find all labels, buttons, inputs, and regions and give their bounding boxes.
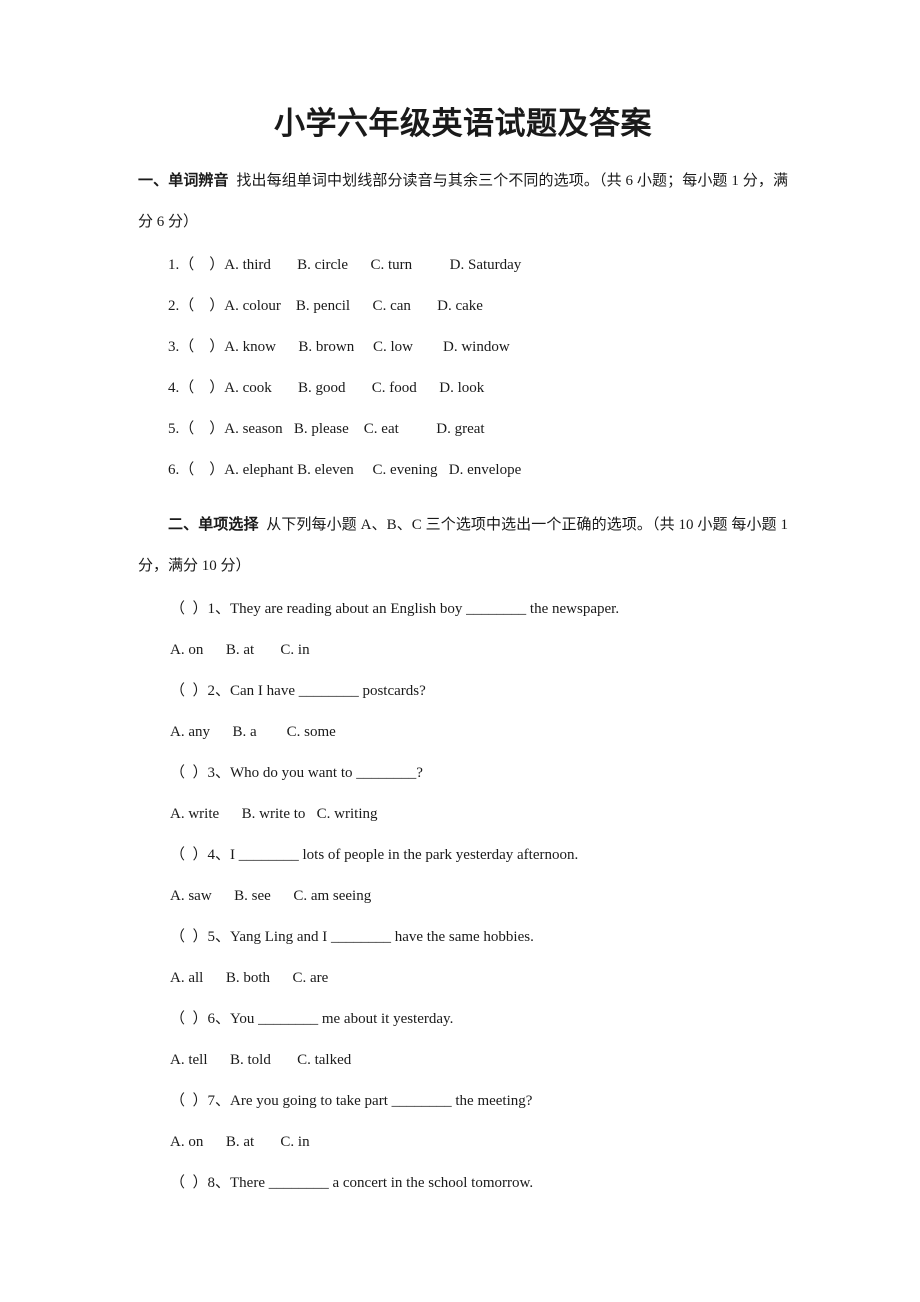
section-instruction-1: 找出每组单词中划线部分读音与其余三个不同的选项。（共 6 小题；每小题 1 分，… [138,173,788,230]
question-options: A. tell B. told C. talked [170,1052,352,1068]
question-options: A. saw B. see C. am seeing [170,888,372,904]
section-number-label-1: 一、单词辨音 [138,173,229,189]
question-stem: （ ）5、Yang Ling and I ________ have the s… [170,929,534,945]
question-stem: （ ）4、I ________ lots of people in the pa… [170,847,579,863]
section-number-label-2: 二、单项选择 [168,517,259,533]
question-options: A. any B. a C. some [170,724,336,740]
question-stem: （ ）6、You ________ me about it yesterday. [170,1011,454,1027]
question-stem: （ ）8、There ________ a concert in the sch… [170,1175,534,1191]
phonetics-item: 1.（ ）A. third B. circle C. turn D. Satur… [168,257,522,273]
question-stem: （ ）3、Who do you want to ________? [170,765,423,781]
phonetics-item: 5.（ ）A. season B. please C. eat D. great [168,421,485,437]
question-stem: （ ）2、Can I have ________ postcards? [170,683,426,699]
question-stem: （ ）1、They are reading about an English b… [170,601,620,617]
phonetics-item: 2.（ ）A. colour B. pencil C. can D. cake [168,298,483,314]
question-stem: （ ）7、Are you going to take part ________… [170,1093,533,1109]
phonetics-item: 6.（ ）A. elephant B. eleven C. evening D.… [168,462,522,478]
document-page: 小学六年级英语试题及答案 一、单词辨音 找出每组单词中划线部分读音与其余三个不同… [0,0,920,1302]
question-options: A. on B. at C. in [170,642,310,658]
section-heading-1: 一、单词辨音 找出每组单词中划线部分读音与其余三个不同的选项。（共 6 小题；每… [138,139,788,242]
question-options: A. write B. write to C. writing [170,806,378,822]
question-options: A. on B. at C. in [170,1134,310,1150]
question-options: A. all B. both C. are [170,970,329,986]
phonetics-item: 3.（ ）A. know B. brown C. low D. window [168,339,510,355]
section-heading-2: 二、单项选择 从下列每小题 A、B、C 三个选项中选出一个正确的选项。（共 10… [138,491,788,586]
phonetics-item: 4.（ ）A. cook B. good C. food D. look [168,380,485,396]
page-content: 小学六年级英语试题及答案 一、单词辨音 找出每组单词中划线部分读音与其余三个不同… [138,0,788,1204]
page-title: 小学六年级英语试题及答案 [274,106,652,141]
